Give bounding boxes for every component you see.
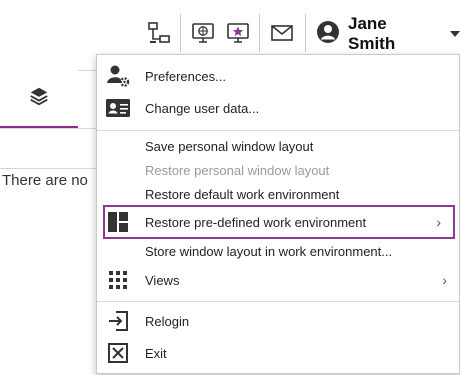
- menu-item-label: Relogin: [145, 313, 190, 329]
- toolbar-separator: [259, 14, 260, 52]
- chevron-down-icon: [450, 31, 460, 37]
- grid-icon: [105, 267, 131, 293]
- id-card-icon: [105, 95, 131, 121]
- menu-item-label: Change user data...: [145, 100, 260, 116]
- menu-separator: [97, 301, 459, 302]
- menu-item-store-window-layout[interactable]: Store window layout in work environment.…: [97, 237, 459, 265]
- menu-item-relogin[interactable]: Relogin: [97, 307, 459, 335]
- menu-item-label: Views: [145, 272, 180, 288]
- menu-item-label: Restore default work environment: [145, 186, 340, 202]
- menu-separator: [97, 130, 459, 131]
- star-monitor-icon[interactable]: [225, 20, 251, 46]
- empty-state-text: There are no: [2, 172, 88, 189]
- menu-item-restore-predefined-environment[interactable]: Restore pre-defined work environment ›: [103, 205, 455, 239]
- user-menu-button[interactable]: Jane Smith: [316, 14, 460, 53]
- menu-item-label: Store window layout in work environment.…: [145, 243, 393, 259]
- toolbar-separator: [305, 14, 306, 52]
- chevron-right-icon: ›: [436, 214, 441, 230]
- menu-item-label: Exit: [145, 345, 167, 361]
- menu-item-exit[interactable]: Exit: [97, 339, 459, 367]
- toolbar-separator: [180, 14, 181, 52]
- menu-item-label: Restore pre-defined work environment: [145, 214, 367, 230]
- globe-monitor-icon[interactable]: [190, 20, 216, 46]
- relogin-icon: [105, 308, 131, 334]
- menu-item-views[interactable]: Views ›: [97, 266, 459, 294]
- menu-item-label: Save personal window layout: [145, 138, 314, 154]
- user-dropdown-menu: Preferences... Change user data... Save …: [96, 54, 460, 374]
- mail-icon[interactable]: [269, 20, 295, 46]
- divider: [0, 128, 98, 129]
- user-gear-icon: [105, 63, 131, 89]
- chevron-right-icon: ›: [442, 272, 447, 288]
- menu-item-label: Preferences...: [145, 68, 226, 84]
- user-name: Jane Smith: [348, 14, 396, 53]
- menu-item-change-user-data[interactable]: Change user data...: [97, 94, 459, 122]
- layers-icon: [28, 85, 50, 112]
- menu-item-preferences[interactable]: Preferences...: [97, 62, 459, 90]
- menu-item-label: Restore personal window layout: [145, 162, 330, 178]
- exit-icon: [105, 340, 131, 366]
- avatar-icon: [316, 20, 340, 49]
- menu-item-restore-default-environment[interactable]: Restore default work environment: [97, 180, 459, 208]
- network-icon[interactable]: [146, 20, 172, 46]
- divider: [0, 168, 98, 169]
- layout-icon: [105, 209, 131, 235]
- layers-tab[interactable]: [0, 70, 78, 129]
